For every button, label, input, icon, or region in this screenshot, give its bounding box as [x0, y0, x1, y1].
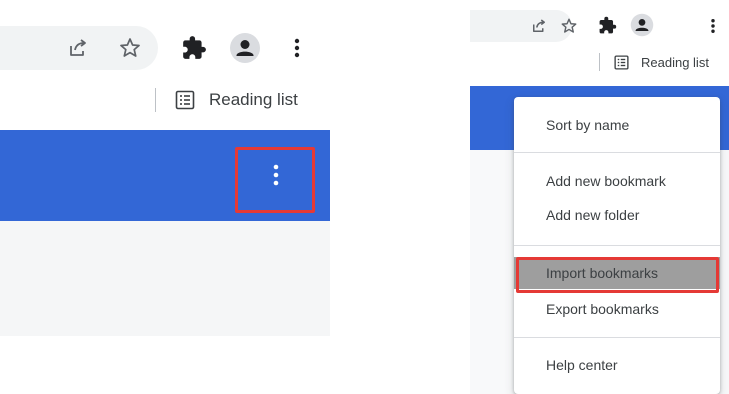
bookmarks-bar-divider — [155, 88, 156, 112]
share-icon[interactable] — [66, 36, 90, 60]
profile-icon[interactable] — [229, 32, 261, 64]
profile-icon[interactable] — [630, 13, 654, 37]
menu-separator — [514, 245, 720, 246]
menu-item-export-bookmarks[interactable]: Export bookmarks — [514, 293, 720, 325]
menu-item-sort-by-name[interactable]: Sort by name — [514, 109, 720, 141]
menu-item-add-new-folder[interactable]: Add new folder — [514, 199, 720, 231]
star-icon[interactable] — [560, 17, 578, 35]
bookmarks-bar-divider — [599, 53, 600, 71]
star-icon[interactable] — [118, 36, 142, 60]
reading-list-label[interactable]: Reading list — [641, 55, 709, 70]
menu-separator — [514, 337, 720, 338]
menu-item-add-new-bookmark[interactable]: Add new bookmark — [514, 165, 720, 197]
reading-list-label[interactable]: Reading list — [209, 90, 298, 110]
menu-item-help-center[interactable]: Help center — [514, 349, 720, 381]
highlight-box — [516, 257, 719, 293]
reading-list-icon[interactable] — [614, 55, 629, 70]
more-vert-icon[interactable] — [707, 17, 719, 35]
extensions-icon[interactable] — [598, 16, 617, 35]
bookmarks-menu: Sort by name Add new bookmark Add new fo… — [514, 97, 720, 394]
extensions-icon[interactable] — [181, 35, 207, 61]
omnibox[interactable] — [470, 10, 572, 42]
share-icon[interactable] — [530, 17, 548, 35]
bookmarks-content-area — [0, 221, 330, 336]
bookmarks-more-icon[interactable] — [271, 163, 281, 189]
menu-separator — [514, 152, 720, 153]
reading-list-icon[interactable] — [175, 90, 195, 110]
more-vert-icon[interactable] — [289, 36, 305, 60]
